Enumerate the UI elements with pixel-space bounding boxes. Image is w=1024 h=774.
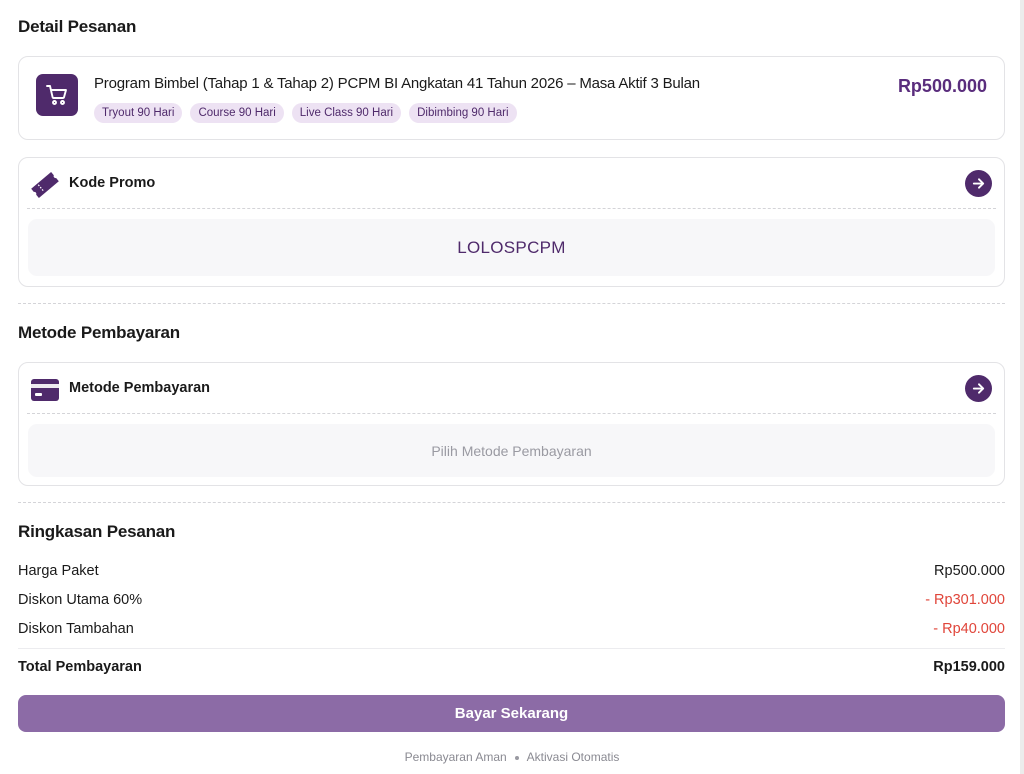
credit-card-icon — [29, 374, 61, 406]
payment-method-placeholder: Pilih Metode Pembayaran — [431, 442, 592, 459]
checkout-page: Detail Pesanan Program Bimbel (Tahap 1 &… — [0, 0, 1024, 774]
promo-code-value: LOLOSPCPM — [457, 237, 566, 257]
payment-panel: Metode Pembayaran Pilih Metode Pembayara… — [18, 362, 1005, 486]
summary-row-label: Harga Paket — [18, 563, 99, 579]
total-value: Rp159.000 — [933, 659, 1005, 675]
total-label: Total Pembayaran — [18, 659, 142, 675]
summary-discount-value: - Rp301.000 — [925, 592, 1005, 608]
tag-tryout: Tryout 90 Hari — [94, 103, 183, 123]
section-divider — [18, 502, 1005, 503]
summary-row-value: Rp500.000 — [934, 563, 1005, 579]
payment-divider — [27, 413, 996, 414]
payment-method-select[interactable]: Pilih Metode Pembayaran — [28, 424, 995, 477]
ticket-icon — [29, 169, 61, 201]
payment-panel-header[interactable]: Metode Pembayaran — [19, 363, 1004, 414]
promo-code-field[interactable]: LOLOSPCPM — [28, 219, 995, 276]
promo-arrow-button[interactable] — [965, 170, 992, 197]
separator-dot — [514, 755, 519, 760]
tag-course: Course 90 Hari — [190, 103, 284, 123]
tag-dibimbing: Dibimbing 90 Hari — [409, 103, 517, 123]
total-row: Total Pembayaran Rp159.000 — [18, 659, 1005, 679]
order-detail-title: Detail Pesanan — [18, 17, 137, 36]
summary-row-label: Diskon Tambahan — [18, 621, 134, 637]
summary-row: Harga Paket Rp500.000 — [18, 563, 1005, 583]
summary-section-title: Ringkasan Pesanan — [18, 522, 176, 541]
summary-discount-value: - Rp40.000 — [933, 621, 1005, 637]
page-edge — [1020, 0, 1024, 774]
promo-divider — [27, 208, 996, 209]
shopping-cart-icon — [36, 74, 78, 116]
product-price: Rp500.000 — [897, 76, 987, 96]
payment-arrow-button[interactable] — [965, 375, 992, 402]
product-name: Program Bimbel (Tahap 1 & Tahap 2) PCPM … — [94, 75, 700, 92]
summary-row-label: Diskon Utama 60% — [18, 592, 143, 608]
payment-label: Metode Pembayaran — [69, 380, 211, 396]
section-divider — [18, 303, 1005, 304]
pay-now-button[interactable]: Bayar Sekarang — [18, 695, 1005, 732]
summary-row: Diskon Tambahan - Rp40.000 — [18, 621, 1005, 641]
promo-label: Kode Promo — [69, 175, 156, 191]
promo-panel-header[interactable]: Kode Promo — [19, 158, 1004, 209]
auto-activation-text: Aktivasi Otomatis — [526, 750, 620, 764]
secure-payment-text: Pembayaran Aman — [404, 750, 507, 764]
summary-separator — [18, 648, 1005, 649]
payment-section-title: Metode Pembayaran — [18, 323, 180, 342]
footer-note: Pembayaran Aman Aktivasi Otomatis — [0, 750, 1024, 764]
product-tags: Tryout 90 Hari Course 90 Hari Live Class… — [94, 103, 517, 123]
promo-panel: Kode Promo LOLOSPCPM — [18, 157, 1005, 287]
order-card: Program Bimbel (Tahap 1 & Tahap 2) PCPM … — [18, 56, 1005, 140]
summary-row: Diskon Utama 60% - Rp301.000 — [18, 592, 1005, 612]
tag-live-class: Live Class 90 Hari — [291, 103, 402, 123]
